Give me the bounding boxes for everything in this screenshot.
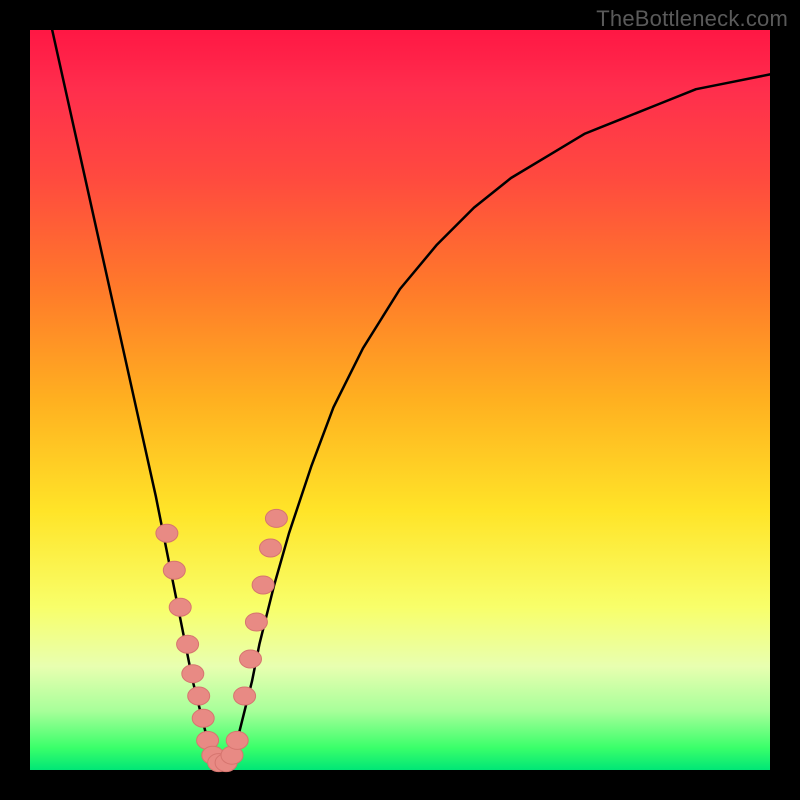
marker-point xyxy=(177,635,199,653)
plot-area xyxy=(30,30,770,770)
marker-point xyxy=(169,598,191,616)
bottleneck-curve xyxy=(52,30,770,763)
marker-point xyxy=(192,709,214,727)
marker-point xyxy=(252,576,274,594)
marker-point xyxy=(163,561,185,579)
chart-frame: TheBottleneck.com xyxy=(0,0,800,800)
marker-point xyxy=(234,687,256,705)
watermark-text: TheBottleneck.com xyxy=(596,6,788,32)
marker-point xyxy=(156,524,178,542)
marker-group xyxy=(156,509,288,771)
marker-point xyxy=(182,665,204,683)
marker-point xyxy=(226,731,248,749)
marker-point xyxy=(260,539,282,557)
marker-point xyxy=(188,687,210,705)
marker-point xyxy=(240,650,262,668)
marker-point xyxy=(245,613,267,631)
marker-point xyxy=(265,509,287,527)
chart-svg xyxy=(30,30,770,770)
